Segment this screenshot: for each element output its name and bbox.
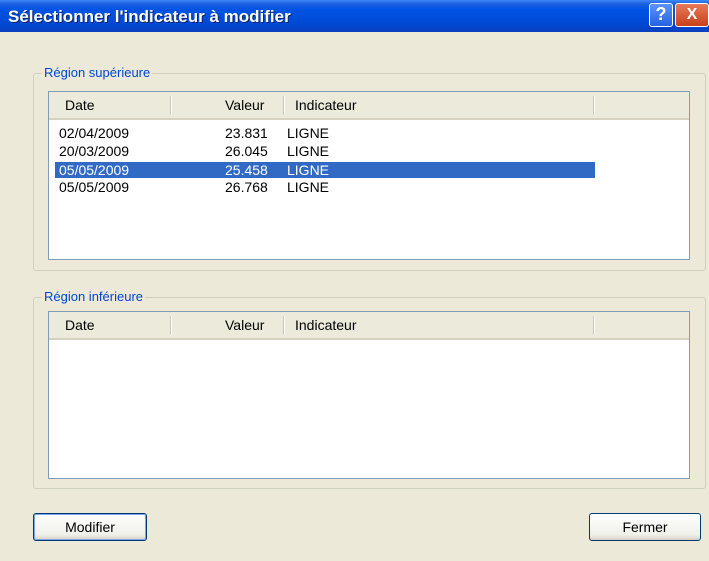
upper-region-list[interactable]: Date Valeur Indicateur 02/04/2009 23.831… [48, 91, 690, 260]
column-header-value[interactable]: Valeur [225, 317, 264, 333]
help-icon: ? [655, 4, 667, 24]
column-divider[interactable] [283, 316, 285, 335]
title-bar[interactable]: Sélectionner l'indicateur à modifier ? X [0, 0, 709, 32]
cell-date: 02/04/2009 [59, 125, 130, 141]
column-header-indicator[interactable]: Indicateur [295, 97, 356, 113]
table-row[interactable]: 02/04/2009 23.831 LIGNE [49, 125, 689, 141]
dialog-window: Sélectionner l'indicateur à modifier ? X… [0, 0, 709, 561]
lower-list-header: Date Valeur Indicateur [49, 312, 689, 340]
cell-indicator: LIGNE [287, 125, 330, 141]
cell-date: 05/05/2009 [59, 162, 130, 178]
lower-region-label: Région inférieure [42, 289, 146, 304]
upper-region-label: Région supérieure [42, 65, 153, 80]
modify-button[interactable]: Modifier [33, 513, 147, 541]
column-divider[interactable] [593, 96, 595, 115]
cell-date: 05/05/2009 [59, 179, 130, 195]
table-row[interactable]: 20/03/2009 26.045 LIGNE [49, 143, 689, 159]
column-divider[interactable] [170, 316, 172, 335]
cell-value: 25.458 [225, 162, 268, 178]
table-row-selected[interactable]: 05/05/2009 25.458 LIGNE [49, 162, 689, 178]
cell-indicator: LIGNE [287, 143, 330, 159]
column-header-date[interactable]: Date [65, 317, 95, 333]
help-button[interactable]: ? [649, 3, 673, 27]
lower-region-group: Région inférieure Date Valeur Indicateur [33, 289, 706, 489]
table-row[interactable]: 05/05/2009 26.768 LIGNE [49, 179, 689, 195]
cell-date: 20/03/2009 [59, 143, 130, 159]
upper-region-group: Région supérieure Date Valeur Indicateur… [33, 65, 706, 271]
column-header-date[interactable]: Date [65, 97, 95, 113]
cell-indicator: LIGNE [287, 179, 330, 195]
cell-value: 26.768 [225, 179, 268, 195]
close-window-button[interactable]: X [675, 3, 709, 27]
close-button[interactable]: Fermer [589, 513, 701, 541]
column-divider[interactable] [593, 316, 595, 335]
upper-list-header: Date Valeur Indicateur [49, 92, 689, 120]
window-title: Sélectionner l'indicateur à modifier [8, 7, 291, 26]
cell-indicator: LIGNE [287, 162, 330, 178]
column-divider[interactable] [283, 96, 285, 115]
close-icon: X [686, 6, 698, 23]
column-header-value[interactable]: Valeur [225, 97, 264, 113]
column-divider[interactable] [170, 96, 172, 115]
lower-region-list[interactable]: Date Valeur Indicateur [48, 311, 690, 479]
cell-value: 23.831 [225, 125, 268, 141]
cell-value: 26.045 [225, 143, 268, 159]
column-header-indicator[interactable]: Indicateur [295, 317, 356, 333]
